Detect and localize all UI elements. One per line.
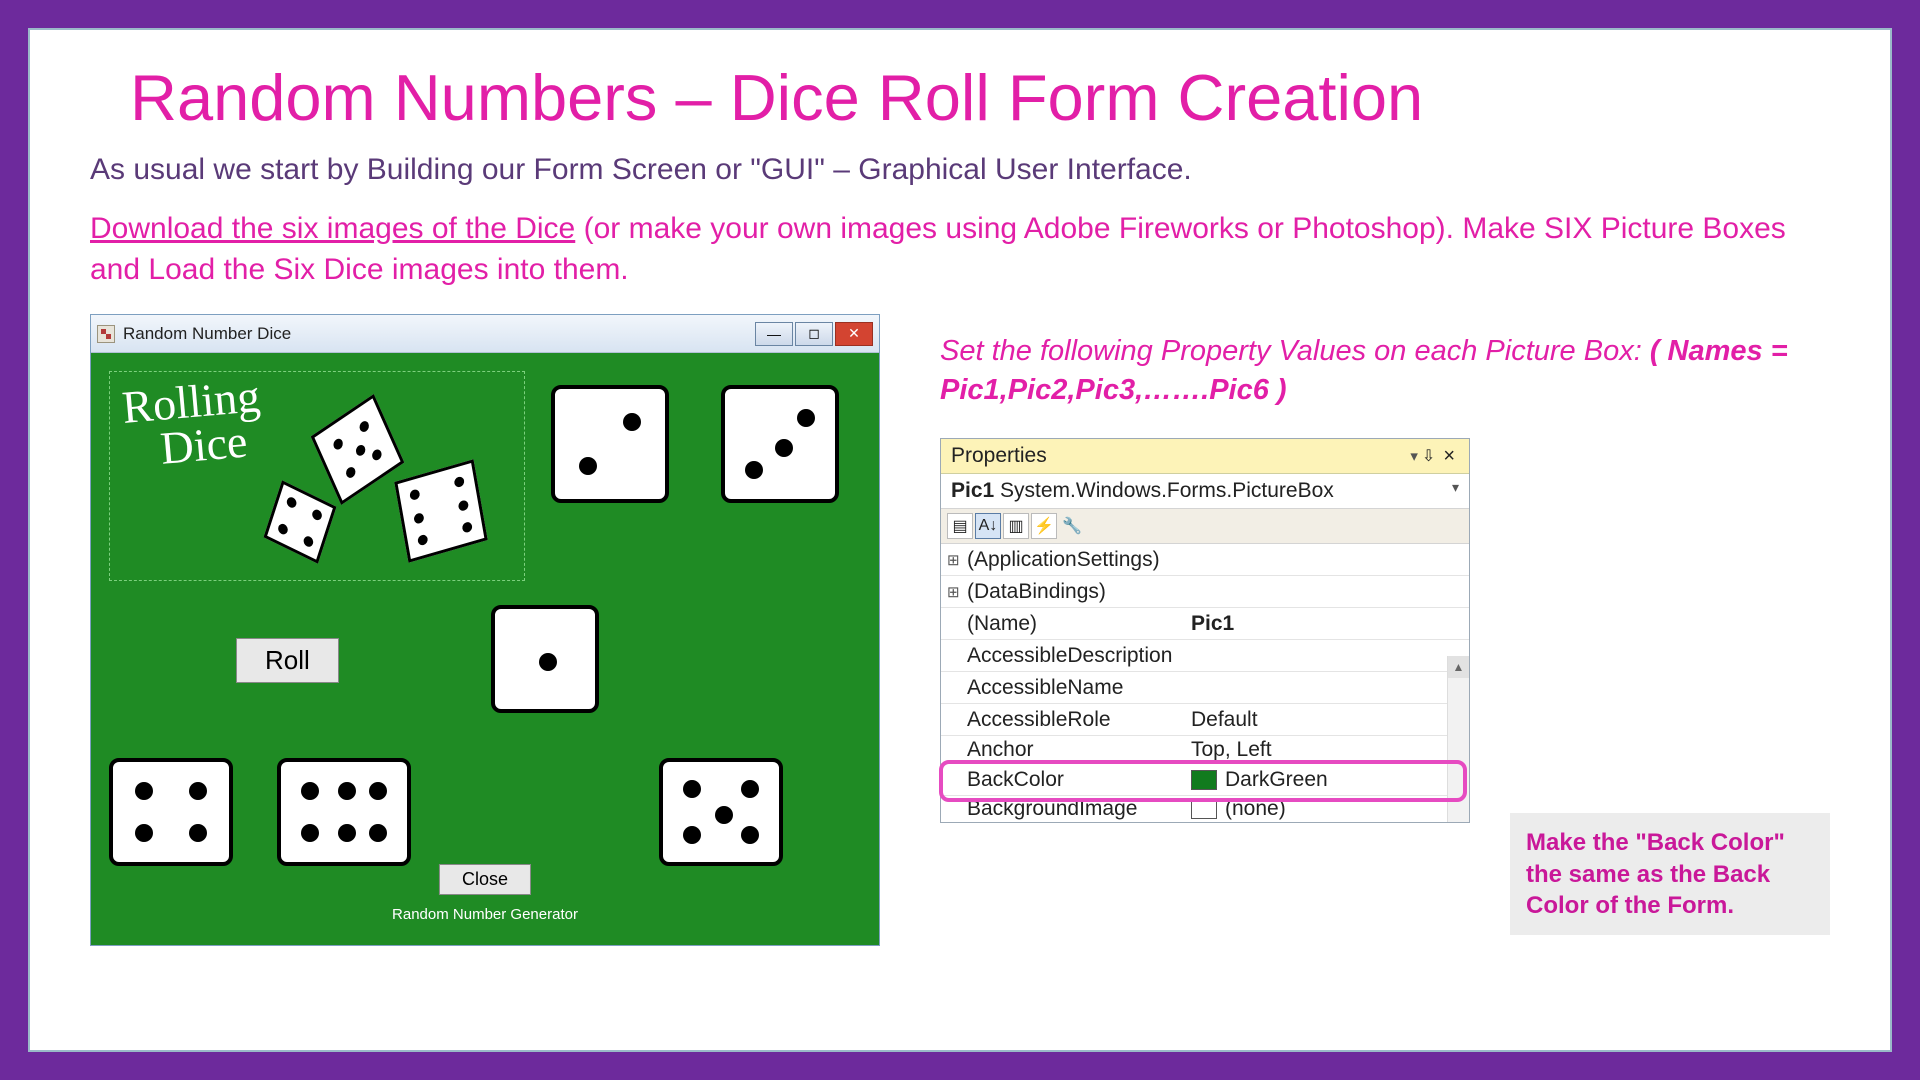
prop-backgroundimage-value[interactable]: (none) [1181, 796, 1469, 822]
none-swatch-icon [1191, 799, 1217, 819]
die-3d-icon [311, 394, 405, 505]
rolling-text-2: Dice [158, 415, 249, 473]
die-4-icon [109, 758, 233, 866]
form-body: Rolling Dice [91, 353, 879, 945]
rolling-dice-picture: Rolling Dice [109, 371, 525, 581]
properties-scrollbar[interactable]: ▲ [1447, 656, 1469, 822]
slide-title: Random Numbers – Dice Roll Form Creation [130, 60, 1830, 135]
property-instruction: Set the following Property Values on eac… [940, 332, 1830, 410]
prop-anchor-label[interactable]: Anchor [941, 736, 1181, 764]
roll-button[interactable]: Roll [236, 638, 339, 683]
form-screenshot: Random Number Dice — ◻ ✕ Rolling Dice [90, 314, 880, 946]
prop-backgroundimage-label[interactable]: BackgroundImage [941, 796, 1181, 822]
prop-accessibledescription[interactable]: AccessibleDescription [941, 640, 1181, 672]
die-2-icon [551, 385, 669, 503]
property-pages-icon[interactable]: ▥ [1003, 513, 1029, 539]
alphabetical-icon[interactable]: A↓ [975, 513, 1001, 539]
prop-accessiblerole-value[interactable]: Default [1181, 704, 1469, 736]
events-icon[interactable]: ⚡ [1031, 513, 1057, 539]
die-1-icon [491, 605, 599, 713]
prop-applicationsettings-value[interactable] [1181, 544, 1469, 576]
object-type: System.Windows.Forms.PictureBox [994, 479, 1334, 502]
form-app-icon [97, 325, 115, 343]
form-title: Random Number Dice [123, 324, 755, 344]
prop-databindings[interactable]: (DataBindings) [941, 576, 1181, 608]
prop-databindings-value[interactable] [1181, 576, 1469, 608]
darkgreen-swatch-icon [1191, 770, 1217, 790]
die-6-icon [277, 758, 411, 866]
prop-backcolor-value[interactable]: DarkGreen [1181, 764, 1469, 796]
property-instruction-text: Set the following Property Values on eac… [940, 335, 1650, 367]
window-close-button[interactable]: ✕ [835, 322, 873, 346]
prop-anchor-value[interactable]: Top, Left [1181, 736, 1469, 764]
instructions-paragraph: Download the six images of the Dice (or … [90, 209, 1830, 290]
prop-accessiblename[interactable]: AccessibleName [941, 672, 1181, 704]
properties-object-selector[interactable]: Pic1 System.Windows.Forms.PictureBox ▾ [941, 474, 1469, 509]
prop-accessibledescription-value[interactable] [1181, 640, 1469, 672]
bgimg-text: (none) [1225, 797, 1286, 821]
generator-label: Random Number Generator [91, 906, 879, 923]
form-close-button[interactable]: Close [439, 864, 531, 895]
download-link[interactable]: Download the six images of the Dice [90, 212, 575, 245]
prop-name-value[interactable]: Pic1 [1181, 608, 1469, 640]
die-3d-icon [394, 459, 487, 562]
object-name: Pic1 [951, 479, 994, 502]
maximize-button[interactable]: ◻ [795, 322, 833, 346]
properties-header: Properties ▾ ⇩ × [941, 439, 1469, 474]
wrench-icon[interactable]: 🔧 [1059, 513, 1085, 539]
scroll-up-icon[interactable]: ▲ [1448, 656, 1469, 678]
prop-accessiblename-value[interactable] [1181, 672, 1469, 704]
categorized-icon[interactable]: ▤ [947, 513, 973, 539]
prop-backcolor-label[interactable]: BackColor [941, 764, 1181, 796]
property-grid: (ApplicationSettings) (DataBindings) (Na… [941, 544, 1469, 822]
prop-applicationsettings[interactable]: (ApplicationSettings) [941, 544, 1181, 576]
prop-name-label[interactable]: (Name) [941, 608, 1181, 640]
backcolor-text: DarkGreen [1225, 768, 1328, 792]
minimize-button[interactable]: — [755, 322, 793, 346]
die-3d-icon [264, 480, 337, 564]
pin-icon[interactable]: ⇩ [1422, 446, 1435, 466]
form-titlebar: Random Number Dice — ◻ ✕ [91, 315, 879, 353]
die-3-icon [721, 385, 839, 503]
properties-header-text: Properties [951, 444, 1410, 468]
properties-panel: Properties ▾ ⇩ × Pic1 System.Windows.For… [940, 438, 1470, 823]
properties-toolbar: ▤ A↓ ▥ ⚡ 🔧 [941, 509, 1469, 544]
die-5-icon [659, 758, 783, 866]
intro-text: As usual we start by Building our Form S… [90, 153, 1830, 187]
callout-note: Make the "Back Color" the same as the Ba… [1510, 813, 1830, 935]
panel-close-icon[interactable]: × [1439, 445, 1459, 468]
prop-accessiblerole-label[interactable]: AccessibleRole [941, 704, 1181, 736]
